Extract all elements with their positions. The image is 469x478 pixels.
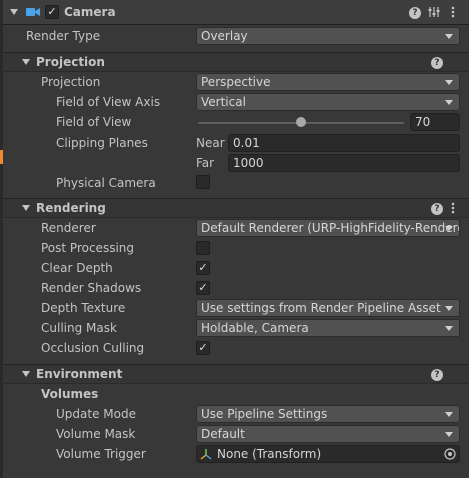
clipping-planes-label: Clipping Planes [56, 136, 148, 150]
selection-accent-marker [0, 150, 3, 164]
volume-trigger-label: Volume Trigger [56, 447, 146, 461]
fov-axis-label: Field of View Axis [56, 95, 161, 109]
rendering-help-icon[interactable]: ? [431, 203, 443, 215]
chevron-down-icon [445, 326, 453, 331]
chevron-down-icon [445, 34, 453, 39]
far-label: Far [196, 156, 215, 170]
post-processing-label: Post Processing [41, 241, 134, 255]
physical-camera-label: Physical Camera [56, 176, 156, 190]
culling-mask-dropdown[interactable]: Holdable, Camera [196, 319, 460, 337]
physical-camera-checkbox[interactable] [196, 175, 210, 189]
volume-mask-value: Default [201, 427, 245, 441]
renderer-value: Default Renderer (URP-HighFidelity-Rende… [201, 221, 459, 235]
volume-trigger-value: None (Transform) [217, 447, 322, 461]
renderer-dropdown[interactable]: Default Renderer (URP-HighFidelity-Rende… [196, 219, 460, 237]
presets-icon[interactable] [428, 6, 440, 18]
volume-trigger-field[interactable]: None (Transform) [196, 445, 460, 463]
volumes-subheader: Volumes [41, 387, 99, 401]
fov-axis-dropdown[interactable]: Vertical [196, 93, 460, 111]
renderer-label: Renderer [41, 221, 96, 235]
update-mode-label: Update Mode [56, 407, 136, 421]
rendering-kebab-icon[interactable] [451, 202, 455, 214]
volume-mask-label: Volume Mask [56, 427, 136, 441]
occlusion-culling-label: Occlusion Culling [41, 341, 145, 355]
update-mode-dropdown[interactable]: Use Pipeline Settings [196, 405, 460, 423]
clear-depth-checkbox[interactable]: ✓ [196, 261, 210, 275]
near-label: Near [196, 136, 225, 150]
header-foldout-arrow-icon[interactable] [10, 9, 18, 15]
environment-foldout-arrow-icon[interactable] [22, 371, 30, 377]
depth-texture-dropdown[interactable]: Use settings from Render Pipeline Asset [196, 299, 460, 317]
camera-icon [26, 6, 40, 18]
environment-section-title: Environment [36, 367, 123, 381]
chevron-down-icon [445, 306, 453, 311]
object-picker-icon[interactable] [444, 448, 456, 460]
environment-help-icon[interactable]: ? [431, 369, 443, 381]
chevron-down-icon [445, 80, 453, 85]
render-shadows-checkbox[interactable]: ✓ [196, 281, 210, 295]
culling-mask-value: Holdable, Camera [201, 321, 309, 335]
help-icon[interactable]: ? [409, 7, 421, 19]
render-type-label: Render Type [26, 29, 101, 43]
chevron-down-icon [445, 412, 453, 417]
near-clip-field[interactable]: 0.01 [228, 134, 460, 152]
clear-depth-label: Clear Depth [41, 261, 113, 275]
render-type-dropdown[interactable]: Overlay [196, 27, 460, 45]
transform-icon [200, 448, 212, 460]
chevron-down-icon [445, 432, 453, 437]
occlusion-culling-checkbox[interactable]: ✓ [196, 341, 210, 355]
volume-mask-dropdown[interactable]: Default [196, 425, 460, 443]
post-processing-checkbox[interactable] [196, 241, 210, 255]
fov-label: Field of View [56, 115, 132, 129]
projection-dropdown[interactable]: Perspective [196, 73, 460, 91]
far-clip-field[interactable]: 1000 [228, 154, 460, 172]
component-enabled-checkbox[interactable]: ✓ [45, 5, 59, 19]
rendering-section-title: Rendering [36, 201, 106, 215]
projection-foldout-arrow-icon[interactable] [22, 59, 30, 65]
culling-mask-label: Culling Mask [41, 321, 117, 335]
chevron-down-icon [445, 100, 453, 105]
fov-axis-value: Vertical [201, 95, 246, 109]
depth-texture-label: Depth Texture [41, 301, 126, 315]
context-menu-kebab-icon[interactable] [451, 6, 455, 18]
fov-value-field[interactable]: 70 [410, 113, 460, 131]
depth-texture-value: Use settings from Render Pipeline Asset [201, 301, 441, 315]
update-mode-value: Use Pipeline Settings [201, 407, 328, 421]
projection-value: Perspective [201, 75, 271, 89]
component-title: Camera [64, 5, 116, 19]
projection-label: Projection [41, 75, 101, 89]
chevron-down-icon [445, 226, 453, 231]
render-type-value: Overlay [201, 29, 248, 43]
rendering-foldout-arrow-icon[interactable] [22, 205, 30, 211]
render-shadows-label: Render Shadows [41, 281, 142, 295]
projection-section-title: Projection [36, 55, 105, 69]
fov-slider-handle[interactable] [296, 117, 306, 127]
projection-help-icon[interactable]: ? [431, 57, 443, 69]
